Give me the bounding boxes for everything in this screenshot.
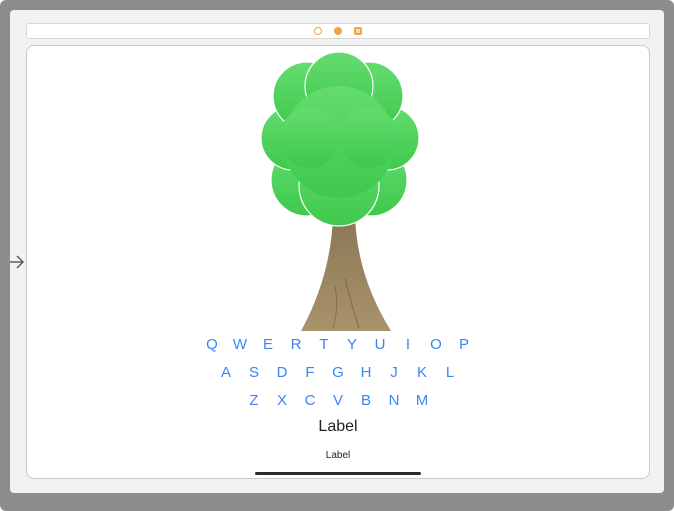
key-c[interactable]: C xyxy=(296,388,324,416)
key-u[interactable]: U xyxy=(366,332,394,360)
key-v[interactable]: V xyxy=(324,388,352,416)
key-f[interactable]: F xyxy=(296,360,324,388)
key-j[interactable]: J xyxy=(380,360,408,388)
keyboard-row-3: Z X C V B N M xyxy=(27,388,649,416)
key-s[interactable]: S xyxy=(240,360,268,388)
view-controller-icon[interactable] xyxy=(314,27,322,35)
key-x[interactable]: X xyxy=(268,388,296,416)
scene-dock xyxy=(26,23,650,39)
key-q[interactable]: Q xyxy=(198,332,226,360)
key-k[interactable]: K xyxy=(408,360,436,388)
key-m[interactable]: M xyxy=(408,388,436,416)
tree-icon xyxy=(260,51,420,331)
home-indicator xyxy=(255,472,421,475)
device-screen: Q W E R T Y U I O P A S D F G H J K L Z … xyxy=(26,45,650,479)
key-y[interactable]: Y xyxy=(338,332,366,360)
key-r[interactable]: R xyxy=(282,332,310,360)
first-responder-icon[interactable] xyxy=(334,27,342,35)
key-t[interactable]: T xyxy=(310,332,338,360)
key-n[interactable]: N xyxy=(380,388,408,416)
keyboard-row-1: Q W E R T Y U I O P xyxy=(27,332,649,360)
key-e[interactable]: E xyxy=(254,332,282,360)
keyboard-row-2: A S D F G H J K L xyxy=(27,360,649,388)
key-h[interactable]: H xyxy=(352,360,380,388)
exit-icon[interactable] xyxy=(354,27,362,35)
key-g[interactable]: G xyxy=(324,360,352,388)
main-label: Label xyxy=(318,418,358,435)
key-p[interactable]: P xyxy=(450,332,478,360)
secondary-label: Label xyxy=(325,450,351,461)
key-b[interactable]: B xyxy=(352,388,380,416)
keyboard: Q W E R T Y U I O P A S D F G H J K L Z … xyxy=(27,332,649,416)
key-a[interactable]: A xyxy=(212,360,240,388)
key-i[interactable]: I xyxy=(394,332,422,360)
key-l[interactable]: L xyxy=(436,360,464,388)
key-d[interactable]: D xyxy=(268,360,296,388)
key-o[interactable]: O xyxy=(422,332,450,360)
key-w[interactable]: W xyxy=(226,332,254,360)
arrow-right-icon xyxy=(10,255,24,269)
key-z[interactable]: Z xyxy=(240,388,268,416)
